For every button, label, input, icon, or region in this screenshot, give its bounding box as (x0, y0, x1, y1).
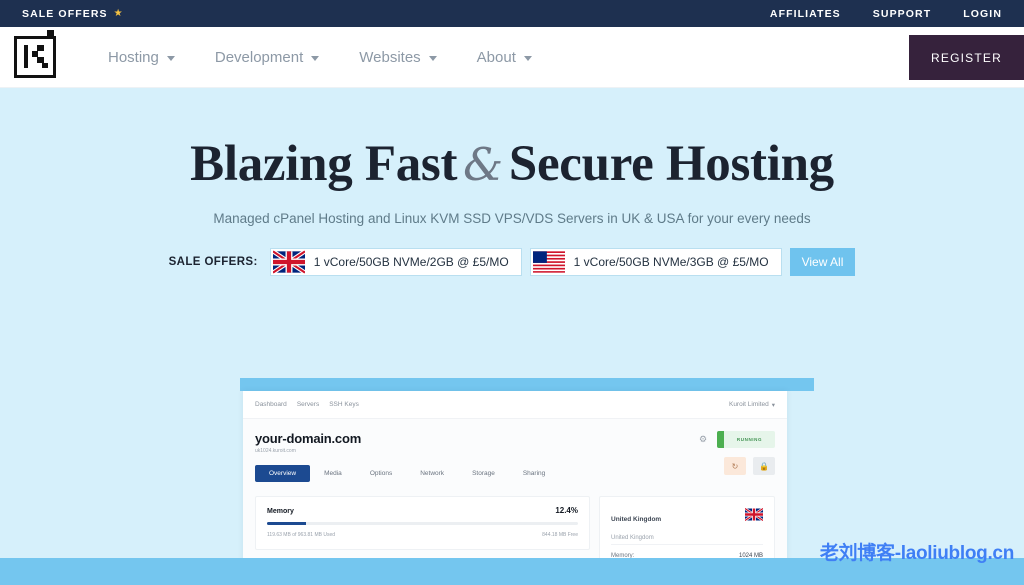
nav-items: Hosting Development Websites About (108, 49, 532, 66)
dashboard-domain: your-domain.com (255, 431, 362, 446)
register-button[interactable]: REGISTER (909, 35, 1024, 80)
status-badge-label: RUNNING (736, 437, 763, 442)
affiliates-link[interactable]: AFFILIATES (770, 8, 841, 20)
nav-item-about[interactable]: About (477, 49, 532, 66)
main-navbar: Hosting Development Websites About REGIS… (0, 27, 1024, 88)
gear-icon[interactable]: ⚙ (699, 435, 708, 444)
logo-bar (24, 45, 28, 68)
memory-card-head: Memory 12.4% (267, 506, 578, 515)
server-country: United Kingdom (611, 516, 662, 523)
offer-us-text: 1 vCore/50GB NVMe/3GB @ £5/MO (573, 255, 769, 269)
title-ampersand: & (463, 138, 503, 191)
dashboard-nav: Dashboard Servers SSH Keys Kuroit Limite… (243, 391, 787, 419)
status-accent (717, 431, 724, 448)
nav-item-websites[interactable]: Websites (359, 48, 437, 66)
memory-card-footer: 119.63 MB of 963.81 MB Used 844.18 MB Fr… (267, 531, 578, 540)
hero-section: Blazing Fast & Secure Hosting Managed cPan… (0, 88, 1024, 585)
memory-card: Memory 12.4% 119.63 MB of 963.81 MB Used… (255, 496, 590, 550)
dashboard-account-label: Kuroit Limited (728, 401, 769, 408)
offer-uk[interactable]: 1 vCore/50GB NVMe/2GB @ £5/MO (269, 248, 522, 276)
chevron-down-icon: ▾ (771, 401, 775, 409)
us-flag (532, 251, 565, 273)
view-all-button[interactable]: View All (789, 248, 856, 276)
chevron-down-icon (523, 55, 532, 61)
dashboard-topbar-accent (240, 378, 814, 391)
nav-label: Websites (359, 48, 421, 66)
tab-storage[interactable]: Storage (458, 465, 509, 482)
nav-label: About (476, 48, 516, 66)
dashboard-status-area: ⚙ RUNNING (699, 431, 775, 448)
login-link[interactable]: LOGIN (963, 8, 1002, 20)
sale-offers-label: SALE OFFERS (22, 7, 108, 20)
tab-media[interactable]: Media (310, 465, 356, 482)
kuroit-logo[interactable] (14, 30, 56, 78)
memory-used-label: 119.63 MB of 963.81 MB Used (267, 532, 336, 538)
offer-us[interactable]: 1 vCore/50GB NVMe/3GB @ £5/MO (529, 248, 782, 276)
tab-options[interactable]: Options (356, 465, 406, 482)
memory-progress-fill (267, 522, 306, 525)
sale-offers-link[interactable]: SALE OFFERS ★ (22, 8, 123, 20)
memory-free-label: 844.18 MB Free (542, 532, 578, 538)
dashboard-tabs: Overview Media Options Network Storage S… (255, 465, 775, 482)
dashboard-nav-servers[interactable]: Servers (297, 401, 319, 408)
dashboard-nav-dashboard[interactable]: Dashboard (255, 401, 287, 408)
tab-sharing[interactable]: Sharing (509, 465, 559, 482)
dashboard-action-buttons: ↻ 🔒 (724, 457, 775, 475)
dashboard-panel: Dashboard Servers SSH Keys Kuroit Limite… (243, 391, 787, 585)
star-icon: ★ (113, 7, 123, 19)
server-location: United Kingdom United Kingdom (611, 508, 763, 544)
offer-uk-text: 1 vCore/50GB NVMe/2GB @ £5/MO (313, 255, 509, 269)
page-title: Blazing Fast & Secure Hosting (0, 88, 1024, 193)
title-part-2: Secure Hosting (508, 136, 834, 192)
chevron-down-icon (311, 55, 320, 61)
utility-bar: SALE OFFERS ★ AFFILIATES SUPPORT LOGIN (0, 0, 1024, 27)
nav-item-hosting[interactable]: Hosting (108, 49, 175, 66)
logo-k-part (42, 63, 48, 68)
watermark: 老刘博客-laoliublog.cn (819, 543, 1014, 564)
nav-item-development[interactable]: Development (214, 48, 320, 66)
dashboard-nav-ssh-keys[interactable]: SSH Keys (329, 401, 359, 408)
lock-icon[interactable]: 🔒 (753, 457, 775, 475)
dashboard-account-menu[interactable]: Kuroit Limited ▾ (729, 401, 775, 409)
tab-overview[interactable]: Overview (255, 465, 311, 482)
support-link[interactable]: SUPPORT (873, 8, 931, 20)
dashboard-preview: Dashboard Servers SSH Keys Kuroit Limite… (240, 378, 814, 585)
status-badge: RUNNING (717, 431, 775, 448)
logo-k-part (37, 45, 44, 51)
tab-network[interactable]: Network (406, 465, 458, 482)
memory-progress-bar (267, 522, 578, 525)
server-country-sub: United Kingdom (611, 535, 654, 541)
sale-offers-row-label: SALE OFFERS: (168, 256, 258, 268)
uk-flag (272, 250, 305, 274)
dashboard-hostname: uk1024.kuroit.com (255, 448, 296, 454)
dashboard-header: your-domain.com uk1024.kuroit.com Overvi… (243, 419, 787, 487)
title-part-1: Blazing Fast (190, 136, 458, 192)
nav-label: Development (214, 48, 304, 66)
utility-links: AFFILIATES SUPPORT LOGIN (770, 8, 1002, 20)
hero-subtitle: Managed cPanel Hosting and Linux KVM SSD… (213, 211, 811, 226)
restart-icon[interactable]: ↻ (724, 457, 746, 475)
logo-dot (47, 30, 54, 37)
chevron-down-icon (428, 55, 437, 61)
memory-card-title: Memory (267, 508, 294, 515)
chevron-down-icon (166, 55, 175, 61)
uk-flag (745, 508, 763, 521)
sale-offers-row: SALE OFFERS: 1 vCore/50GB NVMe/2GB @ £5/… (0, 248, 1024, 276)
server-location-text: United Kingdom United Kingdom (611, 508, 661, 544)
nav-label: Hosting (108, 48, 159, 66)
memory-card-percent: 12.4% (555, 506, 578, 515)
